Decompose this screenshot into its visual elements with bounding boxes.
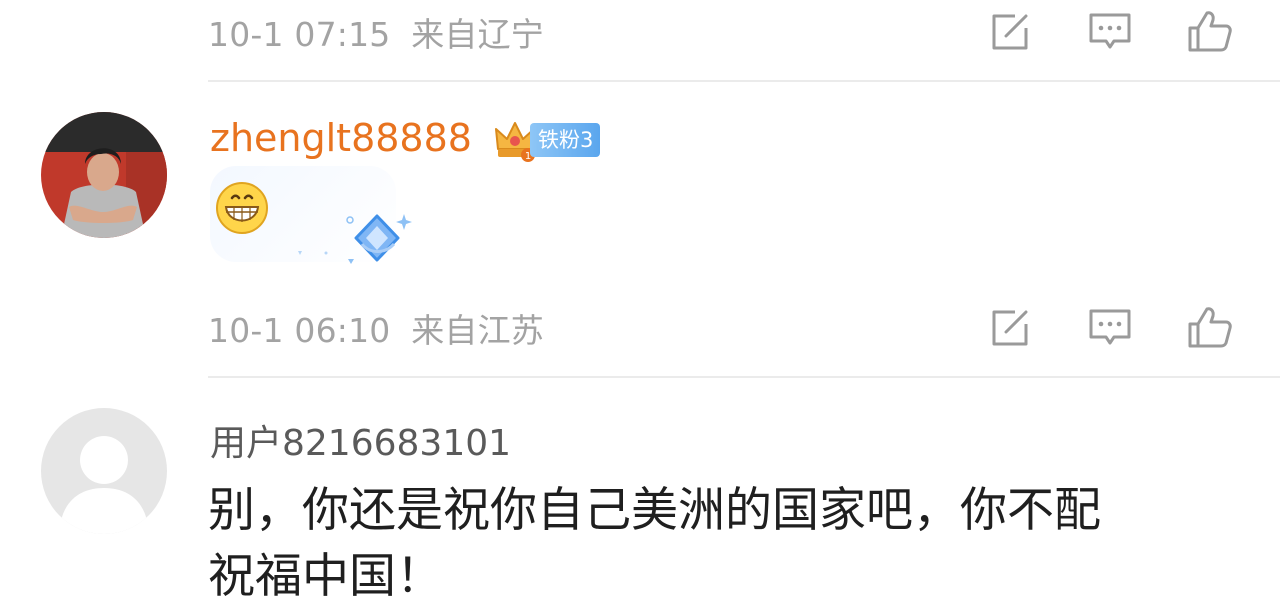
comment-timestamp: 10-1 07:15 — [208, 15, 391, 54]
avatar[interactable] — [41, 112, 167, 238]
comment-divider — [208, 80, 1280, 82]
comment-timestamp: 10-1 06:10 — [208, 311, 391, 350]
edit-share-icon — [992, 14, 1028, 50]
fan-badge[interactable]: 铁粉3 — [530, 123, 601, 157]
user-photo-avatar — [41, 112, 167, 238]
share-button[interactable] — [986, 304, 1034, 352]
edit-share-icon — [992, 310, 1028, 346]
like-button[interactable] — [1186, 304, 1234, 352]
comment-username[interactable]: 用户8216683101 — [210, 414, 511, 466]
avatar[interactable] — [41, 408, 167, 534]
like-button[interactable] — [1186, 8, 1234, 56]
thumbs-up-icon — [1188, 11, 1232, 52]
comment-text: 别，你还是祝你自己美洲的国家吧，你不配 — [208, 483, 1101, 538]
comment-meta-row: 10-1 06:10 来自江苏 — [208, 298, 1280, 358]
reply-button[interactable] — [1086, 8, 1134, 56]
diamond-sticker — [298, 214, 412, 264]
reply-button[interactable] — [1086, 304, 1134, 352]
comment-timestamp-location: 10-1 07:15 来自辽宁 — [208, 8, 544, 56]
comment-divider — [208, 376, 1280, 378]
comment-timestamp-location: 10-1 06:10 来自江苏 — [208, 304, 544, 352]
thumbs-up-icon — [1188, 307, 1232, 348]
comment-location: 来自辽宁 — [411, 15, 545, 54]
comment-text: 祝福中国！ — [208, 549, 443, 604]
comment-username[interactable]: zhenglt88888 — [210, 116, 472, 160]
grinning-face-emoji — [216, 182, 268, 234]
comment-bubble-icon — [1089, 13, 1131, 49]
default-avatar — [41, 408, 167, 534]
comment-bubble-icon — [1089, 309, 1131, 345]
comment-location: 来自江苏 — [411, 311, 545, 350]
share-button[interactable] — [986, 8, 1034, 56]
comment-meta-row: 10-1 07:15 来自辽宁 — [208, 2, 1280, 62]
